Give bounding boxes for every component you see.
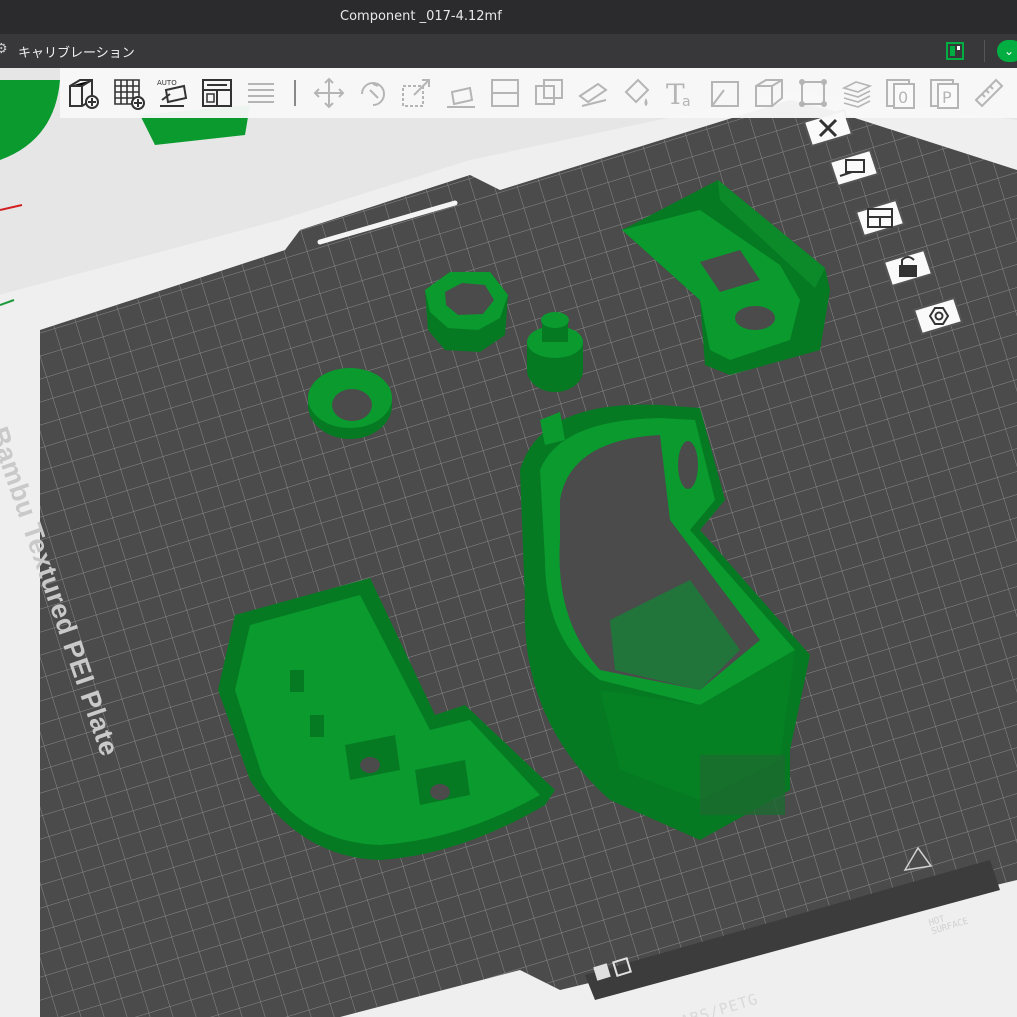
ring-part-1	[308, 368, 392, 439]
svg-text:P: P	[942, 88, 952, 107]
rotate-icon[interactable]	[356, 76, 390, 110]
object-zero-icon[interactable]: 0	[884, 76, 918, 110]
lock-plate-icon[interactable]	[880, 248, 934, 292]
assembly-icon[interactable]	[796, 76, 830, 110]
arrange-plate-icon[interactable]	[852, 198, 906, 242]
toolbar-divider	[294, 80, 296, 106]
menu-divider	[984, 40, 985, 62]
add-object-icon[interactable]	[66, 76, 100, 110]
measure-icon[interactable]	[972, 76, 1006, 110]
split-layers-icon[interactable]	[244, 76, 278, 110]
lay-on-face-icon[interactable]	[444, 76, 478, 110]
add-plate-icon[interactable]	[112, 76, 146, 110]
auto-orient-icon[interactable]: AUTO	[156, 76, 190, 110]
3d-viewport[interactable]: Bambu Textured PEI Plate PLA/ABS/PETG HO…	[0, 68, 1017, 1017]
gear-icon[interactable]: ⚙	[0, 41, 8, 57]
move-icon[interactable]	[312, 76, 346, 110]
main-toolbar: AUTO Ta 0 P	[60, 68, 1017, 118]
svg-text:0: 0	[898, 88, 908, 107]
window-title: Component _017-4.12mf	[340, 9, 502, 24]
cut-icon[interactable]	[488, 76, 522, 110]
menu-bar: ⚙ キャリブレーション ⌄	[0, 34, 1017, 68]
scale-icon[interactable]	[400, 76, 434, 110]
plate-sliced-icon[interactable]: P	[928, 76, 962, 110]
text-icon[interactable]: Ta	[664, 76, 698, 111]
svg-text:AUTO: AUTO	[157, 79, 177, 87]
calibration-menu[interactable]: キャリブレーション	[18, 42, 135, 61]
chevron-down-icon[interactable]: ⌄	[997, 40, 1017, 62]
color-paint-icon[interactable]	[620, 76, 654, 110]
arrange-icon[interactable]	[200, 76, 234, 110]
mesh-view-icon[interactable]	[752, 76, 786, 110]
layout-icon[interactable]	[946, 42, 964, 60]
title-bar: Component _017-4.12mf	[0, 0, 1017, 34]
support-paint-icon[interactable]	[576, 76, 610, 110]
plate-settings-icon[interactable]	[910, 296, 964, 340]
svg-text:a: a	[682, 94, 691, 110]
boolean-icon[interactable]	[532, 76, 566, 110]
ring-part-2	[425, 272, 508, 352]
variable-layer-icon[interactable]	[840, 76, 874, 110]
seam-paint-icon[interactable]	[708, 76, 742, 110]
auto-orient-plate-icon[interactable]	[826, 148, 880, 192]
